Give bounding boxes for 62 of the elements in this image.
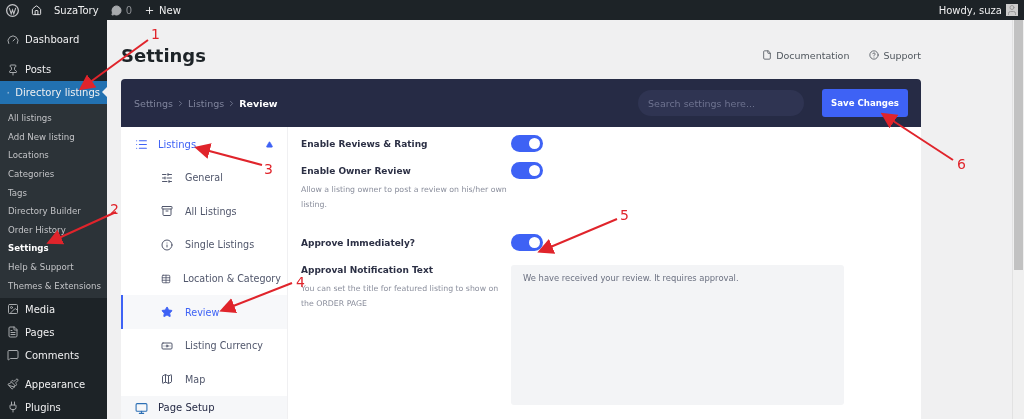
settings-group[interactable]: Page Setup	[121, 396, 287, 419]
field-label: Approve Immediately?	[301, 238, 416, 248]
field-label: Enable Reviews & Rating	[301, 139, 429, 149]
settings-group[interactable]: Listings	[121, 127, 287, 161]
wordpress-logo-icon[interactable]	[6, 3, 19, 17]
submenu-item[interactable]: Directory Builder	[0, 201, 107, 221]
annotation-number: 1	[151, 27, 160, 41]
field-label: Approval Notification Text	[301, 265, 435, 275]
nav-icon	[161, 205, 173, 218]
annotation-arrow	[194, 143, 263, 166]
nav-icon	[161, 306, 173, 319]
scrollbar[interactable]	[1012, 20, 1024, 419]
toggle-switch[interactable]	[511, 234, 543, 251]
new-link[interactable]: New	[159, 4, 181, 16]
toggle-switch[interactable]	[511, 135, 543, 152]
nav-icon	[161, 239, 173, 251]
home-icon[interactable]	[31, 4, 42, 16]
monitor-icon	[135, 402, 148, 416]
breadcrumb-item: Review	[239, 97, 278, 109]
submenu-item[interactable]: Categories	[0, 164, 107, 184]
submenu-item[interactable]: Tags	[0, 183, 107, 202]
help-link[interactable]: Documentation	[762, 49, 850, 61]
sidebar-menu-item[interactable]: Pages	[0, 320, 107, 344]
settings-nav-item[interactable]: Review	[121, 295, 287, 329]
nav-icon	[161, 171, 173, 184]
comment-icon[interactable]	[110, 4, 122, 16]
nav-icon	[161, 339, 173, 352]
annotation-number: 5	[620, 208, 629, 222]
submenu-item[interactable]: Themes & Extensions	[0, 276, 107, 295]
nav-icon	[161, 272, 171, 285]
sidebar-menu-item[interactable]: Media	[0, 297, 107, 321]
list-icon	[135, 137, 148, 151]
breadcrumb-item[interactable]: Listings	[187, 97, 225, 109]
toggle-switch[interactable]	[511, 162, 543, 179]
submenu-item[interactable]: Order History	[0, 220, 107, 240]
sidebar-menu-item[interactable]: Comments	[0, 343, 107, 367]
caret-icon	[266, 140, 273, 148]
greeting-text[interactable]: Howdy, suza	[938, 4, 1002, 16]
help-link[interactable]: Support	[869, 49, 921, 61]
annotation-number: 6	[957, 157, 966, 171]
field-label: Enable Owner Review	[301, 166, 412, 176]
notification-text-field[interactable]: We have received your review. It requires approval.	[511, 265, 844, 405]
submenu-item[interactable]: Add New listing	[0, 127, 107, 147]
nav-icon	[161, 373, 173, 386]
submenu-item[interactable]: Locations	[0, 146, 107, 165]
save-button[interactable]: Save Changes	[822, 89, 908, 117]
document-icon	[762, 50, 773, 60]
sidebar-menu-item[interactable]: Appearance	[0, 372, 107, 396]
submenu-item[interactable]: Help & Support	[0, 257, 107, 277]
sidebar-menu-item[interactable]: Dashboard	[0, 28, 107, 51]
submenu-item[interactable]: All listings	[0, 109, 107, 128]
search-field[interactable]: Search settings here...	[638, 90, 804, 116]
help-icon	[869, 50, 880, 60]
sidebar-menu-item[interactable]: Directory listings	[0, 81, 107, 104]
breadcrumb-item[interactable]: Settings	[134, 97, 173, 109]
submenu-item[interactable]: Settings	[0, 239, 107, 258]
site-link[interactable]: SuzaTory	[54, 4, 99, 16]
annotation-number: 3	[264, 162, 273, 176]
sidebar-menu-item[interactable]: Posts	[0, 58, 107, 81]
comment-count[interactable]: 0	[125, 4, 132, 16]
plus-icon[interactable]	[144, 4, 155, 16]
sidebar-menu-item[interactable]: Plugins	[0, 395, 107, 419]
